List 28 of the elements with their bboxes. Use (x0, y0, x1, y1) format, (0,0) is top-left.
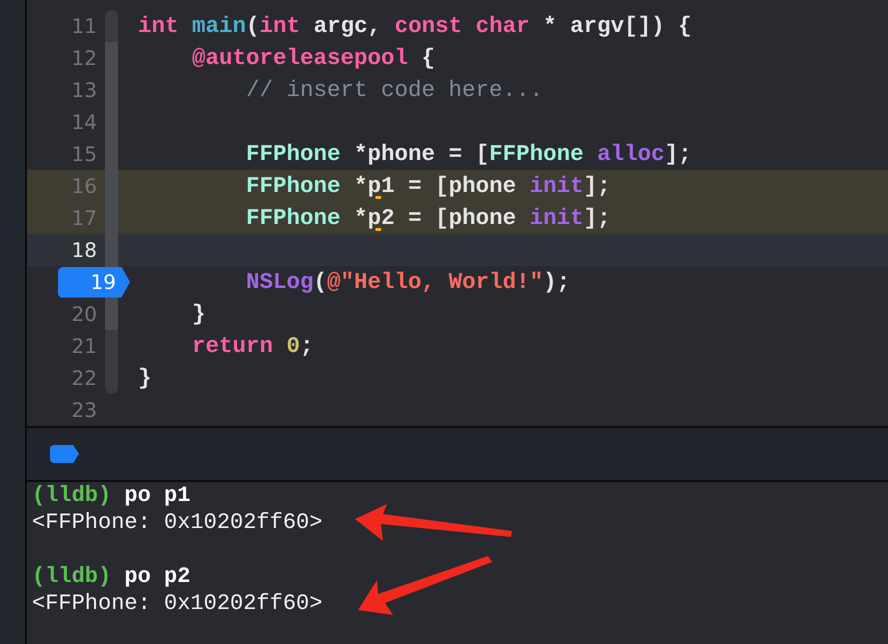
line-number: 18 (72, 238, 98, 262)
console-command-line: (lldb) po p1 (32, 482, 190, 509)
line-number: 20 (72, 302, 98, 326)
line-number: 11 (72, 14, 98, 38)
line-number: 22 (72, 366, 98, 390)
line-number: 21 (72, 334, 98, 358)
console-output: <FFPhone: 0x10202ff60> (32, 509, 322, 536)
code-line: return 0; (191, 333, 314, 359)
line-number: 17 (72, 206, 98, 230)
code-line: FFPhone *phone = [FFPhone alloc]; (245, 141, 692, 167)
line-number: 16 (72, 174, 98, 198)
breakpoint-marker[interactable]: 19 (58, 266, 130, 298)
code-line: int main(int argc, const char * argv[]) { (137, 13, 692, 39)
line-number: 23 (72, 398, 98, 422)
code-line: } (137, 365, 152, 391)
code-line: NSLog(@"Hello, World!"); (245, 269, 570, 295)
code-line: FFPhone *p1 = [phone init]; (245, 173, 611, 199)
console-command-line: (lldb) po p2 (32, 563, 190, 590)
code-line: @autoreleasepool { (191, 45, 436, 71)
code-line: FFPhone *p2 = [phone init]; (245, 205, 611, 231)
code-line: // insert code here... (245, 77, 544, 103)
line-number: 13 (72, 78, 98, 102)
code-line: } (191, 301, 206, 327)
breakpoints-toggle-button[interactable] (50, 445, 79, 463)
line-number: 14 (72, 110, 98, 134)
line-number: 15 (72, 142, 98, 166)
console-output: <FFPhone: 0x10202ff60> (32, 590, 322, 617)
line-number: 12 (72, 46, 98, 70)
